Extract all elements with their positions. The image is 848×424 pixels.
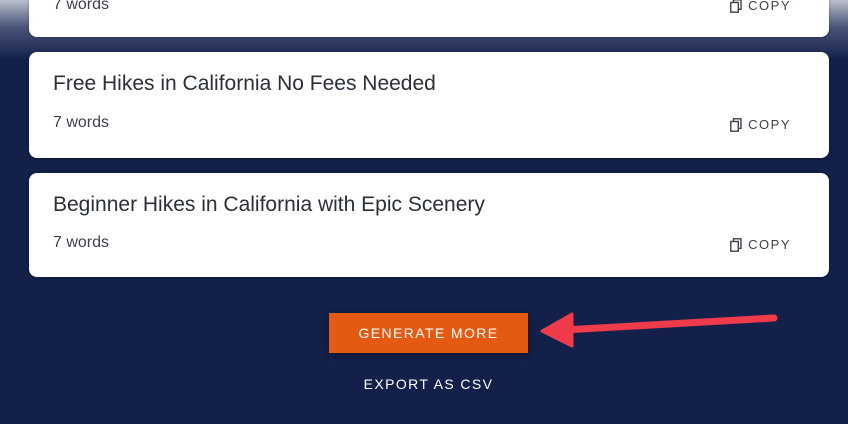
copy-icon (730, 237, 742, 252)
result-title: Beginner Hikes in California with Epic S… (53, 193, 485, 216)
copy-icon (730, 117, 742, 132)
copy-button[interactable]: COPY (730, 117, 791, 132)
result-card: Beginner Hikes in California with Epic S… (29, 173, 829, 277)
result-card: 7 words COPY (29, 0, 829, 37)
word-count: 7 words (53, 114, 110, 131)
copy-icon (730, 0, 742, 13)
result-title: Free Hikes in California No Fees Needed (53, 72, 436, 95)
export-csv-link[interactable]: EXPORT AS CSV (329, 376, 528, 392)
result-card: Free Hikes in California No Fees Needed … (29, 52, 829, 158)
copy-label: COPY (748, 237, 791, 252)
copy-label: COPY (748, 0, 791, 13)
copy-button[interactable]: COPY (730, 0, 791, 13)
generate-more-button[interactable]: GENERATE MORE (329, 313, 528, 353)
word-count: 7 words (53, 234, 110, 251)
copy-button[interactable]: COPY (730, 237, 791, 252)
arrow-left-icon (540, 312, 778, 348)
word-count: 7 words (53, 0, 110, 13)
copy-label: COPY (748, 117, 791, 132)
